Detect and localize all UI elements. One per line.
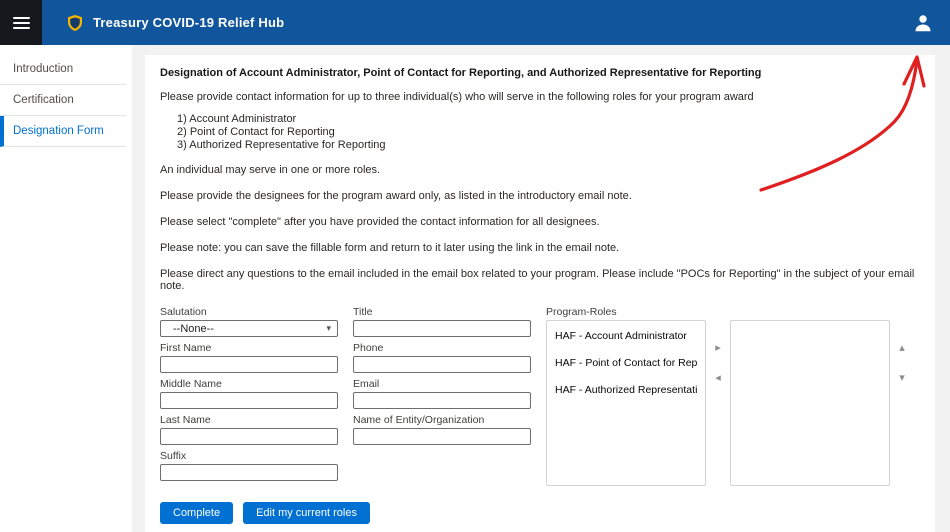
role-option[interactable]: HAF - Point of Contact for Reporting <box>555 357 697 370</box>
sidebar-item-label: Certification <box>13 94 74 106</box>
treasury-shield-icon <box>66 14 84 32</box>
program-roles-label: Program-Roles <box>546 306 914 318</box>
salutation-value: --None-- <box>173 323 214 335</box>
middle-name-field[interactable] <box>160 392 338 409</box>
sidebar-item-label: Introduction <box>13 63 73 75</box>
available-roles-listbox[interactable]: HAF - Account Administrator HAF - Point … <box>546 320 706 486</box>
move-right-icon[interactable]: ▸ <box>715 342 721 354</box>
first-name-label: First Name <box>160 342 338 354</box>
hamburger-menu-button[interactable] <box>0 0 42 45</box>
roles-list-item: 3) Authorized Representative for Reporti… <box>177 139 920 152</box>
note-text: Please provide the designees for the pro… <box>160 190 920 202</box>
chevron-down-icon: ▾ <box>326 323 331 334</box>
contact-form: Salutation --None-- ▾ First Name Middle … <box>160 306 920 486</box>
suffix-label: Suffix <box>160 450 338 462</box>
move-down-icon[interactable]: ▾ <box>899 372 905 384</box>
sidebar-item-label: Designation Form <box>13 125 104 137</box>
form-column-left: Salutation --None-- ▾ First Name Middle … <box>160 306 338 486</box>
sidebar-nav: Introduction Certification Designation F… <box>0 45 132 532</box>
phone-field[interactable] <box>353 356 531 373</box>
sidebar-item-certification[interactable]: Certification <box>0 85 126 116</box>
role-option[interactable]: HAF - Account Administrator <box>555 330 697 343</box>
form-column-middle: Title Phone Email Name of Entity/Organiz… <box>353 306 531 486</box>
form-heading: Designation of Account Administrator, Po… <box>160 67 920 79</box>
content-card: Designation of Account Administrator, Po… <box>145 55 935 532</box>
salutation-label: Salutation <box>160 306 338 318</box>
note-text: Please note: you can save the fillable f… <box>160 242 920 254</box>
roles-list-item: 1) Account Administrator <box>177 113 920 126</box>
last-name-field[interactable] <box>160 428 338 445</box>
suffix-field[interactable] <box>160 464 338 481</box>
app-title: Treasury COVID-19 Relief Hub <box>93 15 284 30</box>
move-left-icon[interactable]: ◂ <box>715 372 721 384</box>
sidebar-item-introduction[interactable]: Introduction <box>0 54 126 85</box>
selected-roles-listbox[interactable] <box>730 320 890 486</box>
move-up-icon[interactable]: ▴ <box>899 342 905 354</box>
user-icon <box>912 12 934 34</box>
email-label: Email <box>353 378 531 390</box>
treasury-logo <box>66 14 84 32</box>
entity-field[interactable] <box>353 428 531 445</box>
roles-list-item: 2) Point of Contact for Reporting <box>177 126 920 139</box>
roles-list: 1) Account Administrator 2) Point of Con… <box>177 113 920 152</box>
title-field[interactable] <box>353 320 531 337</box>
intro-text: Please provide contact information for u… <box>160 91 920 103</box>
note-text: An individual may serve in one or more r… <box>160 164 920 176</box>
last-name-label: Last Name <box>160 414 338 426</box>
title-label: Title <box>353 306 531 318</box>
edit-current-roles-button[interactable]: Edit my current roles <box>243 502 370 524</box>
page: Treasury COVID-19 Relief Hub Introductio… <box>0 0 950 532</box>
middle-name-label: Middle Name <box>160 378 338 390</box>
email-field[interactable] <box>353 392 531 409</box>
first-name-field[interactable] <box>160 356 338 373</box>
top-navbar: Treasury COVID-19 Relief Hub <box>0 0 950 45</box>
reorder-arrows: ▴ ▾ <box>890 320 914 384</box>
note-text: Please select "complete" after you have … <box>160 216 920 228</box>
move-arrows: ▸ ◂ <box>706 320 730 384</box>
form-actions: Complete Edit my current roles <box>160 502 920 524</box>
complete-button[interactable]: Complete <box>160 502 233 524</box>
phone-label: Phone <box>353 342 531 354</box>
salutation-select[interactable]: --None-- ▾ <box>160 320 338 337</box>
menu-icon <box>13 17 30 19</box>
entity-label: Name of Entity/Organization <box>353 414 531 426</box>
role-option[interactable]: HAF - Authorized Representative fo... <box>555 384 697 397</box>
program-roles-section: Program-Roles HAF - Account Administrato… <box>546 306 914 486</box>
note-text: Please direct any questions to the email… <box>160 268 920 292</box>
user-profile-button[interactable] <box>912 12 934 34</box>
sidebar-item-designation-form[interactable]: Designation Form <box>0 116 126 147</box>
